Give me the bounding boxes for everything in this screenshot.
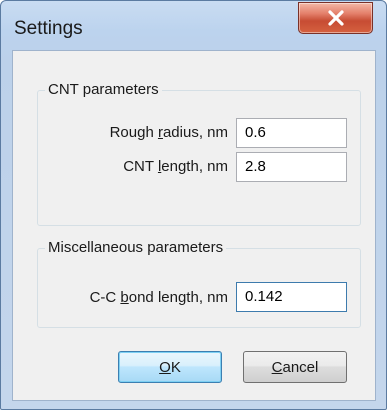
cnt-length-input[interactable]: 2.8 [236,152,347,182]
rough-radius-label: Rough radius, nm [109,124,228,141]
close-x-icon [327,10,344,26]
rough-radius-input[interactable]: 0.6 [236,118,347,148]
cancel-button[interactable]: Cancel [243,351,347,383]
ok-button[interactable]: OK [118,351,222,383]
bond-length-input[interactable]: 0.142 [236,282,347,312]
cnt-length-label: CNT length, nm [123,158,228,175]
close-button[interactable] [298,2,373,34]
bond-length-label: C-C bond length, nm [89,289,228,306]
misc-parameters-label: Miscellaneous parameters [45,238,227,258]
window-title: Settings [14,18,83,39]
settings-dialog: Settings CNT parameters Rough radius, nm… [0,0,387,410]
dialog-client-area: CNT parameters Rough radius, nm 0.6 CNT … [12,50,376,401]
cnt-parameters-label: CNT parameters [45,80,162,100]
